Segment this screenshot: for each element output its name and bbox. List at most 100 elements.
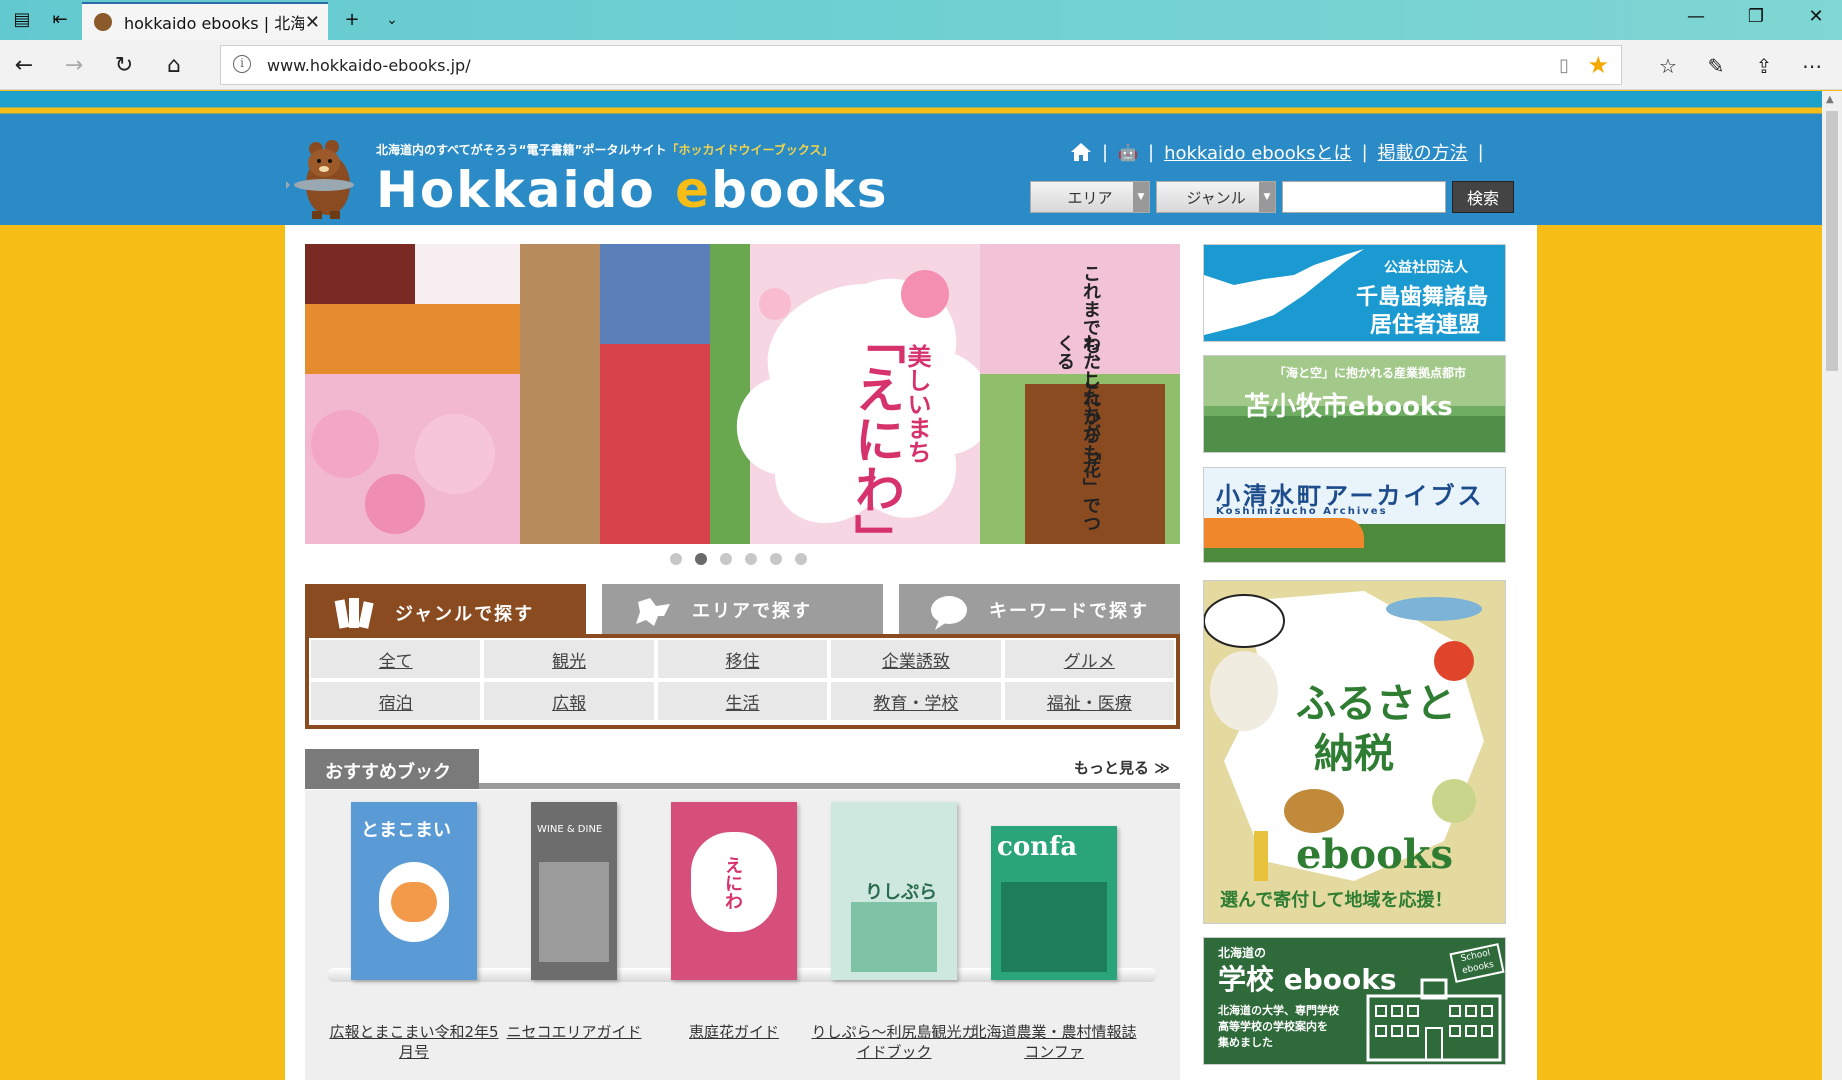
restore-icon[interactable]: ❐ xyxy=(1736,6,1776,27)
reading-view-icon[interactable]: ▯ xyxy=(1559,55,1569,76)
favicon-icon xyxy=(94,13,112,31)
banner-title-big: 「えにわ」 xyxy=(847,314,906,544)
search-button[interactable]: 検索 xyxy=(1452,181,1514,213)
search-input[interactable] xyxy=(1282,181,1446,213)
book-title-link[interactable]: 北海道農業・農村情報誌コンファ xyxy=(969,1022,1139,1062)
site-logo[interactable]: Hokkaido ebooks xyxy=(376,161,889,219)
slide-dot[interactable] xyxy=(720,553,732,565)
genre-link[interactable]: グルメ xyxy=(1004,640,1174,678)
address-bar-row: ← → ↻ ⌂ i www.hokkaido-ebooks.jp/ ▯ ★ ☆ … xyxy=(0,40,1842,90)
close-tab-icon[interactable]: ✕ xyxy=(305,12,320,33)
area-select[interactable]: エリア ▼ xyxy=(1030,181,1150,213)
home-icon[interactable]: ⌂ xyxy=(160,52,188,80)
book-cover[interactable]: WINE & DINE xyxy=(531,802,617,980)
favorites-list-icon[interactable]: ☆ xyxy=(1654,52,1682,80)
scroll-up-icon[interactable]: ▲ xyxy=(1826,94,1834,105)
recommended-shelf: とまこまい WINE & DINE えにわ りしぷら confa 広報とまこまい… xyxy=(305,790,1180,1080)
slide-dot[interactable] xyxy=(695,553,707,565)
site-home-icon[interactable] xyxy=(1070,142,1092,162)
banner-image xyxy=(305,244,1180,544)
main-content: 美しいまち 「えにわ」 これまでも、これからも わたしたちが「花」でつくる ジャ… xyxy=(285,225,1537,1080)
book-title-link[interactable]: りしぷら～利尻島観光ガイドブック xyxy=(809,1022,979,1062)
forward-icon[interactable]: → xyxy=(60,52,88,80)
genre-link[interactable]: 移住 xyxy=(657,640,828,678)
tab-list-icon[interactable]: ▤ xyxy=(10,8,34,32)
about-link[interactable]: hokkaido ebooksとは xyxy=(1164,139,1351,165)
banner-text-2: わたしたちが「花」でつくる xyxy=(1054,334,1101,532)
site-header: 北海道内のすべてがそろう“電子書籍”ポータルサイト「ホッカイドウイーブックス」 … xyxy=(0,121,1822,225)
browser-tab-bar: ▤ ⇤ hokkaido ebooks | 北海 ✕ + ⌄ — ❐ ✕ xyxy=(0,0,1842,40)
android-apple-icon[interactable]: 🤖 xyxy=(1118,143,1138,162)
tab-dropdown-icon[interactable]: ⌄ xyxy=(380,8,404,32)
back-icon[interactable]: ← xyxy=(10,52,38,80)
tomakomai-banner[interactable]: 「海と空」に抱かれる産業拠点都市 苫小牧市ebooks xyxy=(1203,355,1506,453)
tab-area-label: エリアで探す xyxy=(692,601,812,622)
header-links: | 🤖 | hokkaido ebooksとは | 掲載の方法 | xyxy=(1070,139,1494,165)
genre-link[interactable]: 生活 xyxy=(657,682,828,720)
book-cover[interactable]: えにわ xyxy=(671,802,797,980)
genre-link[interactable]: 宿泊 xyxy=(311,682,481,720)
tab-title: hokkaido ebooks | 北海 xyxy=(124,14,304,33)
speech-bubble-icon xyxy=(931,596,967,630)
genre-link[interactable]: 福祉・医療 xyxy=(1004,682,1174,720)
chevron-down-icon: ▼ xyxy=(1259,182,1275,212)
recommended-title: おすすめブック xyxy=(305,749,479,789)
slideshow-dots xyxy=(670,553,807,565)
vertical-scrollbar[interactable]: ▲ xyxy=(1822,91,1842,1080)
furusato-banner[interactable]: ふるさと 納税 ebooks 選んで寄付して地域を応援！ xyxy=(1203,580,1506,924)
genre-link[interactable]: 企業誘致 xyxy=(831,640,1001,678)
genre-panel: 全て 観光 移住 企業誘致 グルメ 宿泊 広報 生活 教育・学校 福祉・医療 xyxy=(305,634,1180,729)
top-stripe xyxy=(0,91,1822,121)
slide-dot[interactable] xyxy=(670,553,682,565)
genre-link[interactable]: 全て xyxy=(311,640,481,678)
refresh-icon[interactable]: ↻ xyxy=(110,52,138,80)
url-field[interactable]: i www.hokkaido-ebooks.jp/ ▯ ★ xyxy=(220,45,1622,85)
search-tabs: ジャンルで探す エリアで探す キーワードで探す xyxy=(305,584,1180,642)
tab-area[interactable]: エリアで探す xyxy=(602,584,883,636)
books-icon xyxy=(334,598,374,629)
more-link[interactable]: もっと見る ≫ xyxy=(1074,757,1170,778)
book-title-link[interactable]: 恵庭花ガイド xyxy=(649,1022,819,1042)
slide-dot[interactable] xyxy=(770,553,782,565)
minimize-icon[interactable]: — xyxy=(1676,6,1716,27)
book-cover[interactable]: とまこまい xyxy=(351,802,477,980)
book-cover[interactable]: confa xyxy=(991,826,1117,980)
url-text: www.hokkaido-ebooks.jp/ xyxy=(267,56,471,75)
new-tab-icon[interactable]: + xyxy=(340,8,364,32)
book-cover[interactable]: りしぷら xyxy=(831,802,957,980)
set-aside-tabs-icon[interactable]: ⇤ xyxy=(48,8,72,32)
koshimizu-banner[interactable]: 小清水町アーカイブス Koshimizucho Archives xyxy=(1203,467,1506,563)
tab-genre-label: ジャンルで探す xyxy=(395,604,535,625)
hokkaido-map-icon xyxy=(636,598,670,626)
book-title-link[interactable]: ニセコエリアガイド xyxy=(489,1022,659,1042)
site-info-icon[interactable]: i xyxy=(233,55,251,73)
slide-dot[interactable] xyxy=(745,553,757,565)
close-window-icon[interactable]: ✕ xyxy=(1796,6,1836,27)
genre-link[interactable]: 教育・学校 xyxy=(831,682,1001,720)
genre-link[interactable]: 広報 xyxy=(484,682,654,720)
site-tagline: 北海道内のすべてがそろう“電子書籍”ポータルサイト「ホッカイドウイーブックス」 xyxy=(376,143,834,157)
school-badge: School ebooks xyxy=(1449,943,1505,983)
share-icon[interactable]: ⇪ xyxy=(1750,52,1778,80)
recommended-header: おすすめブック もっと見る ≫ xyxy=(305,749,1180,789)
favorite-star-icon[interactable]: ★ xyxy=(1587,51,1609,79)
tab-keyword-label: キーワードで探す xyxy=(989,601,1149,622)
genre-link[interactable]: 観光 xyxy=(484,640,654,678)
browser-tab[interactable]: hokkaido ebooks | 北海 ✕ xyxy=(82,2,328,40)
bear-logo-icon[interactable] xyxy=(286,135,366,221)
howto-link[interactable]: 掲載の方法 xyxy=(1378,139,1468,165)
tab-keyword[interactable]: キーワードで探す xyxy=(899,584,1180,636)
school-ebooks-banner[interactable]: 北海道の 学校 ebooks 北海道の大学、専門学校 高等学校の学校案内を 集め… xyxy=(1203,937,1506,1065)
more-icon[interactable]: ⋯ xyxy=(1798,52,1826,80)
pen-icon[interactable]: ✎ xyxy=(1702,52,1730,80)
double-chevron-right-icon: ≫ xyxy=(1154,759,1170,777)
header-search: エリア ▼ ジャンル ▼ 検索 xyxy=(1030,181,1514,213)
slide-dot[interactable] xyxy=(795,553,807,565)
school-building-icon xyxy=(1366,978,1502,1062)
scroll-thumb[interactable] xyxy=(1826,111,1838,371)
genre-select[interactable]: ジャンル ▼ xyxy=(1156,181,1276,213)
book-title-link[interactable]: 広報とまこまい令和2年5月号 xyxy=(329,1022,499,1062)
chishima-banner[interactable]: 公益社団法人 千島歯舞諸島 居住者連盟 xyxy=(1203,244,1506,342)
chevron-down-icon: ▼ xyxy=(1133,182,1149,212)
banner-slideshow[interactable]: 美しいまち 「えにわ」 これまでも、これからも わたしたちが「花」でつくる xyxy=(305,244,1180,544)
